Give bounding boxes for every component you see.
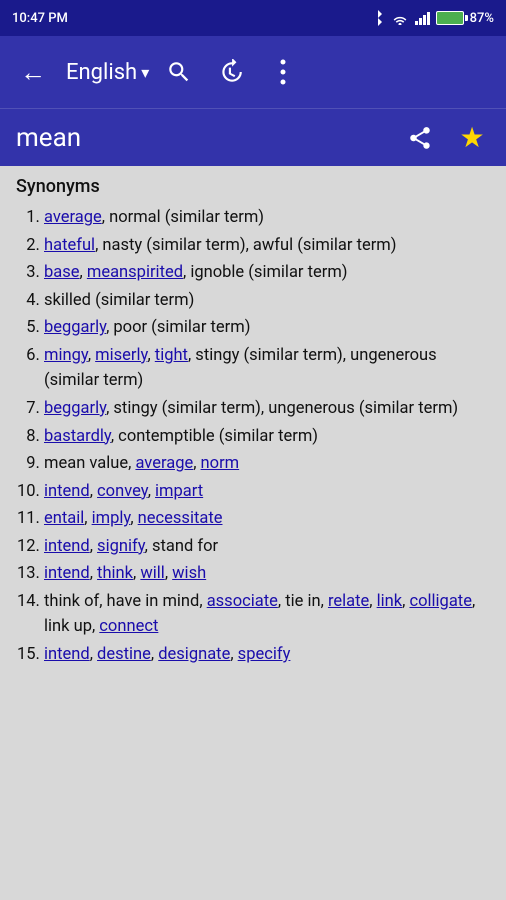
signal-icon: [415, 11, 430, 25]
link-base[interactable]: base: [44, 263, 80, 282]
link-think[interactable]: think: [97, 564, 133, 583]
link-entail[interactable]: entail: [44, 509, 84, 528]
list-item: intend, destine, designate, specify: [44, 642, 490, 668]
word-title: mean: [16, 123, 81, 153]
link-intend-15[interactable]: intend: [44, 645, 90, 664]
search-button[interactable]: [161, 54, 197, 90]
link-tight[interactable]: tight: [155, 346, 188, 365]
list-item: bastardly, contemptible (similar term): [44, 424, 490, 450]
share-button[interactable]: [402, 120, 438, 156]
link-necessitate[interactable]: necessitate: [138, 509, 223, 528]
link-average-9[interactable]: average: [135, 454, 193, 473]
language-dropdown[interactable]: English ▾: [66, 60, 149, 85]
list-item: beggarly, poor (similar term): [44, 315, 490, 341]
link-beggarly-5[interactable]: beggarly: [44, 318, 106, 337]
link-intend-12[interactable]: intend: [44, 537, 90, 556]
list-item: mean value, average, norm: [44, 451, 490, 477]
share-icon: [407, 125, 433, 151]
app-bar: ← English ▾: [0, 36, 506, 108]
list-item: think of, have in mind, associate, tie i…: [44, 589, 490, 640]
list-item: entail, imply, necessitate: [44, 506, 490, 532]
list-item: intend, convey, impart: [44, 479, 490, 505]
battery-icon: [436, 11, 464, 25]
list-item: intend, signify, stand for: [44, 534, 490, 560]
battery-label: 87%: [470, 11, 494, 26]
link-imply[interactable]: imply: [92, 509, 131, 528]
list-item: average, normal (similar term): [44, 205, 490, 231]
list-item: beggarly, stingy (similar term), ungener…: [44, 396, 490, 422]
word-bar: mean ★: [0, 108, 506, 166]
synonyms-heading: Synonyms: [16, 176, 490, 197]
link-meanspirited[interactable]: meanspirited: [87, 263, 183, 282]
link-average[interactable]: average: [44, 208, 102, 227]
link-wish[interactable]: wish: [172, 564, 206, 583]
link-bastardly[interactable]: bastardly: [44, 427, 111, 446]
link-miserly[interactable]: miserly: [95, 346, 147, 365]
status-icons: 87%: [371, 9, 494, 27]
synonyms-list: average, normal (similar term)hateful, n…: [16, 205, 490, 668]
search-icon: [166, 59, 192, 85]
history-button[interactable]: [213, 54, 249, 90]
time-label: 10:47 PM: [12, 11, 68, 26]
link-intend-13[interactable]: intend: [44, 564, 90, 583]
list-item: skilled (similar term): [44, 288, 490, 314]
bluetooth-icon: [371, 9, 385, 27]
link-connect[interactable]: connect: [99, 617, 158, 636]
link-signify[interactable]: signify: [97, 537, 145, 556]
more-options-icon: [280, 59, 286, 85]
list-item: intend, think, will, wish: [44, 561, 490, 587]
word-actions: ★: [402, 120, 490, 156]
list-item: hateful, nasty (similar term), awful (si…: [44, 233, 490, 259]
history-icon: [218, 59, 244, 85]
dropdown-arrow-icon: ▾: [141, 63, 149, 82]
list-item: base, meanspirited, ignoble (similar ter…: [44, 260, 490, 286]
wifi-icon: [391, 11, 409, 25]
link-hateful[interactable]: hateful: [44, 236, 95, 255]
star-icon: ★: [459, 121, 484, 154]
link-colligate[interactable]: colligate: [409, 592, 471, 611]
link-mingy[interactable]: mingy: [44, 346, 88, 365]
link-will[interactable]: will: [140, 564, 164, 583]
link-intend-10[interactable]: intend: [44, 482, 90, 501]
link-impart[interactable]: impart: [155, 482, 203, 501]
link-relate[interactable]: relate: [328, 592, 369, 611]
link-beggarly-7[interactable]: beggarly: [44, 399, 106, 418]
link-link[interactable]: link: [377, 592, 403, 611]
favorite-button[interactable]: ★: [454, 120, 490, 156]
link-associate[interactable]: associate: [207, 592, 278, 611]
link-designate[interactable]: designate: [158, 645, 230, 664]
content-area: Synonyms average, normal (similar term)h…: [0, 166, 506, 900]
status-time: 10:47 PM: [12, 11, 68, 26]
more-options-button[interactable]: [265, 54, 301, 90]
list-item: mingy, miserly, tight, stingy (similar t…: [44, 343, 490, 394]
app-bar-actions: [161, 54, 301, 90]
language-label: English: [66, 60, 137, 85]
link-destine[interactable]: destine: [97, 645, 151, 664]
back-button[interactable]: ←: [12, 49, 54, 96]
link-specify[interactable]: specify: [238, 645, 291, 664]
link-convey[interactable]: convey: [97, 482, 148, 501]
status-bar: 10:47 PM 87%: [0, 0, 506, 36]
link-norm[interactable]: norm: [201, 454, 240, 473]
